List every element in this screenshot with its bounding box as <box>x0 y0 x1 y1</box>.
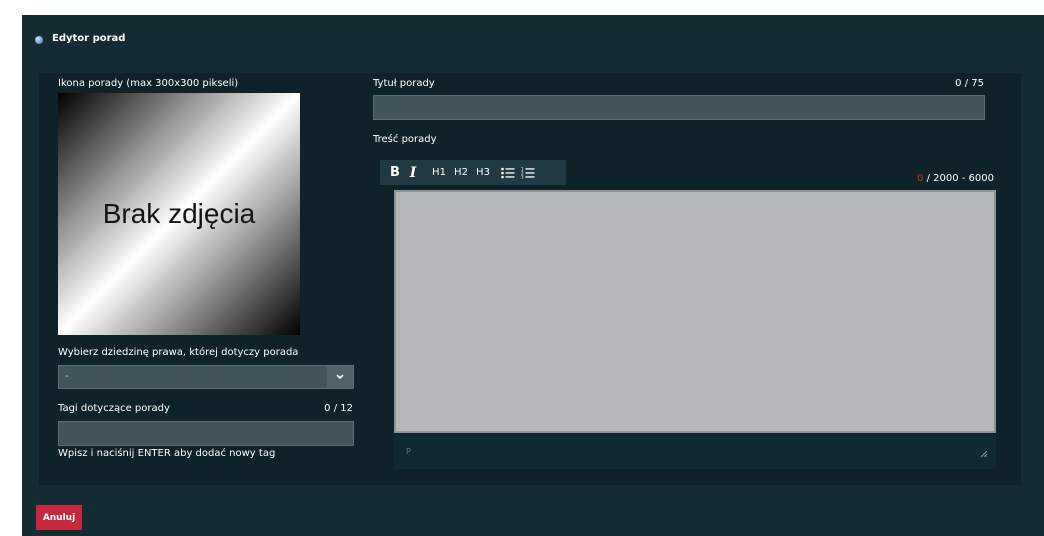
editor-toolbar: B I H1 H2 H3 1 2 3 <box>380 160 566 185</box>
tags-hint: Wpisz i naciśnij ENTER aby dodać nowy ta… <box>58 448 276 459</box>
content-label: Treść porady <box>373 134 437 145</box>
image-upload-area[interactable]: Brak zdjęcia <box>58 93 300 335</box>
tags-label: Tagi dotyczące porady <box>58 403 170 414</box>
domain-select[interactable]: - <box>58 365 354 389</box>
h2-button[interactable]: H2 <box>450 160 472 185</box>
numbered-list-icon[interactable]: 1 2 3 <box>518 160 538 185</box>
editor-panel: Edytor porad Ikona porady (max 300x300 p… <box>22 15 1044 536</box>
element-path: P <box>406 447 411 456</box>
domain-selected-value: - <box>65 371 69 382</box>
title-label: Tytuł porady <box>373 78 435 89</box>
h1-button[interactable]: H1 <box>428 160 450 185</box>
panel-title: Edytor porad <box>52 33 126 44</box>
domain-label: Wybierz dziedzinę prawa, której dotyczy … <box>58 347 299 358</box>
content-counter: 0 / 2000 - 6000 <box>899 173 994 184</box>
form-container: Ikona porady (max 300x300 pikseli) Brak … <box>39 73 1021 485</box>
title-counter: 0 / 75 <box>955 78 984 89</box>
tags-input[interactable] <box>58 421 354 446</box>
panel-header: Edytor porad <box>22 15 1044 65</box>
h3-button[interactable]: H3 <box>472 160 494 185</box>
editor-statusbar: P <box>394 435 996 469</box>
svg-text:3: 3 <box>521 174 524 179</box>
cancel-button[interactable]: Anuluj <box>36 505 82 530</box>
bold-button[interactable]: B <box>386 160 404 185</box>
title-input[interactable] <box>373 95 985 120</box>
content-counter-range: / 2000 - 6000 <box>923 173 994 184</box>
bullet-list-icon[interactable] <box>498 160 518 185</box>
resize-handle-icon[interactable] <box>980 450 988 461</box>
content-editor[interactable] <box>394 190 996 433</box>
no-image-text: Brak zdjęcia <box>102 198 256 229</box>
italic-button[interactable]: I <box>404 160 422 185</box>
icon-label: Ikona porady (max 300x300 pikseli) <box>58 78 239 89</box>
chevron-down-icon[interactable] <box>327 366 353 388</box>
tags-counter: 0 / 12 <box>324 403 353 414</box>
globe-icon <box>35 36 43 44</box>
